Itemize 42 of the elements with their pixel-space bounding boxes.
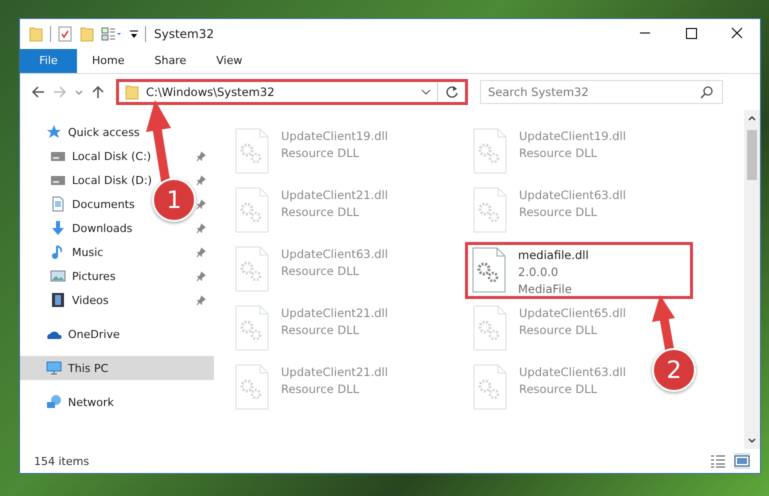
nav-item[interactable]: Videos — [72, 294, 109, 306]
file-name: UpdateClient19.dll — [281, 128, 388, 145]
file-name: mediafile.dll — [518, 247, 589, 264]
nav-item[interactable]: Pictures — [72, 270, 116, 282]
nav-item[interactable]: This PC — [20, 356, 214, 380]
file-detail: Resource DLL — [519, 204, 598, 221]
file-detail: Resource DLL — [281, 263, 360, 280]
file-name: UpdateClient63.dll — [519, 187, 626, 204]
nav-item[interactable]: Quick access — [68, 126, 140, 138]
window-title: System32 — [154, 27, 216, 41]
file-detail: Resource DLL — [281, 145, 360, 162]
nav-item[interactable]: OneDrive — [68, 328, 120, 340]
file-detail: 2.0.0.0 — [518, 264, 560, 281]
file-tile[interactable]: mediafile.dll 2.0.0.0 MediaFile — [465, 242, 693, 299]
file-name: UpdateClient63.dll — [281, 246, 388, 263]
ribbon-tab[interactable]: View — [201, 49, 258, 73]
ribbon-tab[interactable]: Home — [77, 49, 140, 73]
file-name: UpdateClient21.dll — [281, 364, 388, 381]
ribbon-tab[interactable]: Share — [139, 49, 202, 73]
file-detail: MediaFile — [518, 281, 573, 298]
nav-item[interactable]: Documents — [72, 198, 135, 210]
file-detail: Resource DLL — [281, 381, 360, 398]
nav-item[interactable]: Local Disk (C:) — [72, 150, 152, 162]
search-field[interactable]: Search System32 — [480, 80, 723, 104]
ribbon-tab[interactable]: File — [20, 49, 77, 73]
address-path: C:\Windows\System32 — [146, 85, 276, 99]
nav-item[interactable]: Music — [72, 246, 104, 258]
nav-item[interactable]: Downloads — [72, 222, 132, 234]
file-detail: Resource DLL — [519, 145, 598, 162]
file-name: UpdateClient19.dll — [519, 128, 626, 145]
nav-item[interactable]: Network — [68, 396, 114, 408]
file-name: UpdateClient63.dll — [519, 364, 626, 381]
file-detail: Resource DLL — [281, 322, 360, 339]
item-count: 154 items — [34, 454, 90, 468]
file-detail: Resource DLL — [281, 204, 360, 221]
nav-item[interactable]: Local Disk (D:) — [72, 174, 152, 186]
file-name: UpdateClient65.dll — [519, 305, 626, 322]
file-detail: Resource DLL — [519, 322, 598, 339]
file-detail: Resource DLL — [519, 381, 598, 398]
file-name: UpdateClient21.dll — [281, 187, 388, 204]
file-name: UpdateClient21.dll — [281, 305, 388, 322]
address-bar[interactable]: C:\Windows\System32 — [116, 79, 468, 105]
